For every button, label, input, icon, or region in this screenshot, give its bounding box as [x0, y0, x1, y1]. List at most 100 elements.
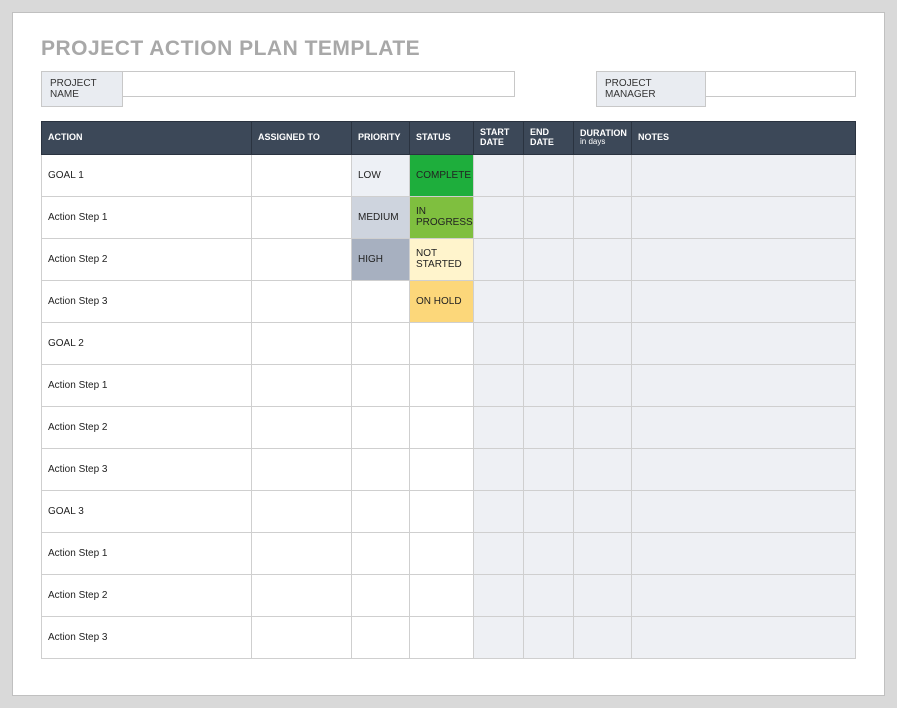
duration-cell[interactable]	[574, 616, 632, 658]
notes-cell[interactable]	[632, 196, 856, 238]
status-cell[interactable]	[410, 574, 474, 616]
status-cell[interactable]	[410, 322, 474, 364]
status-cell[interactable]	[410, 616, 474, 658]
priority-cell[interactable]	[352, 406, 410, 448]
end-date-cell[interactable]	[524, 490, 574, 532]
status-cell[interactable]: ON HOLD	[410, 280, 474, 322]
project-manager-field[interactable]	[706, 71, 856, 97]
status-cell[interactable]	[410, 490, 474, 532]
action-step-cell[interactable]: Action Step 1	[42, 196, 252, 238]
priority-cell[interactable]	[352, 616, 410, 658]
priority-cell[interactable]	[352, 448, 410, 490]
start-date-cell[interactable]	[474, 196, 524, 238]
duration-cell[interactable]	[574, 574, 632, 616]
status-cell[interactable]: IN PROGRESS	[410, 196, 474, 238]
status-cell[interactable]	[410, 448, 474, 490]
assigned-to-cell[interactable]	[252, 196, 352, 238]
goal-cell[interactable]: GOAL 1	[42, 154, 252, 196]
assigned-to-cell[interactable]	[252, 616, 352, 658]
notes-cell[interactable]	[632, 532, 856, 574]
duration-cell[interactable]	[574, 196, 632, 238]
end-date-cell[interactable]	[524, 448, 574, 490]
start-date-cell[interactable]	[474, 322, 524, 364]
action-step-cell[interactable]: Action Step 3	[42, 280, 252, 322]
goal-cell[interactable]: GOAL 2	[42, 322, 252, 364]
end-date-cell[interactable]	[524, 574, 574, 616]
status-cell[interactable]: NOT STARTED	[410, 238, 474, 280]
duration-cell[interactable]	[574, 490, 632, 532]
priority-cell[interactable]: HIGH	[352, 238, 410, 280]
priority-cell[interactable]: MEDIUM	[352, 196, 410, 238]
start-date-cell[interactable]	[474, 574, 524, 616]
end-date-cell[interactable]	[524, 196, 574, 238]
priority-cell[interactable]	[352, 280, 410, 322]
end-date-cell[interactable]	[524, 322, 574, 364]
priority-cell[interactable]	[352, 532, 410, 574]
notes-cell[interactable]	[632, 406, 856, 448]
notes-cell[interactable]	[632, 490, 856, 532]
end-date-cell[interactable]	[524, 154, 574, 196]
duration-cell[interactable]	[574, 280, 632, 322]
notes-cell[interactable]	[632, 322, 856, 364]
end-date-cell[interactable]	[524, 364, 574, 406]
notes-cell[interactable]	[632, 448, 856, 490]
notes-cell[interactable]	[632, 238, 856, 280]
action-step-cell[interactable]: Action Step 2	[42, 406, 252, 448]
assigned-to-cell[interactable]	[252, 322, 352, 364]
start-date-cell[interactable]	[474, 616, 524, 658]
notes-cell[interactable]	[632, 280, 856, 322]
start-date-cell[interactable]	[474, 364, 524, 406]
end-date-cell[interactable]	[524, 616, 574, 658]
duration-cell[interactable]	[574, 322, 632, 364]
project-name-field[interactable]	[123, 71, 515, 97]
meta-bar: PROJECT NAME PROJECT MANAGER	[41, 71, 856, 107]
assigned-to-cell[interactable]	[252, 574, 352, 616]
notes-cell[interactable]	[632, 154, 856, 196]
priority-cell[interactable]	[352, 364, 410, 406]
action-step-cell[interactable]: Action Step 2	[42, 574, 252, 616]
assigned-to-cell[interactable]	[252, 490, 352, 532]
start-date-cell[interactable]	[474, 238, 524, 280]
priority-cell[interactable]	[352, 574, 410, 616]
priority-cell[interactable]: LOW	[352, 154, 410, 196]
assigned-to-cell[interactable]	[252, 238, 352, 280]
end-date-cell[interactable]	[524, 280, 574, 322]
assigned-to-cell[interactable]	[252, 406, 352, 448]
duration-cell[interactable]	[574, 364, 632, 406]
start-date-cell[interactable]	[474, 490, 524, 532]
assigned-to-cell[interactable]	[252, 448, 352, 490]
start-date-cell[interactable]	[474, 406, 524, 448]
duration-cell[interactable]	[574, 448, 632, 490]
priority-cell[interactable]	[352, 490, 410, 532]
col-duration-sub: in days	[580, 138, 625, 147]
status-cell[interactable]: COMPLETE	[410, 154, 474, 196]
duration-cell[interactable]	[574, 532, 632, 574]
notes-cell[interactable]	[632, 574, 856, 616]
assigned-to-cell[interactable]	[252, 532, 352, 574]
duration-cell[interactable]	[574, 406, 632, 448]
start-date-cell[interactable]	[474, 448, 524, 490]
notes-cell[interactable]	[632, 364, 856, 406]
start-date-cell[interactable]	[474, 532, 524, 574]
action-step-cell[interactable]: Action Step 2	[42, 238, 252, 280]
end-date-cell[interactable]	[524, 532, 574, 574]
start-date-cell[interactable]	[474, 280, 524, 322]
priority-cell[interactable]	[352, 322, 410, 364]
action-step-cell[interactable]: Action Step 3	[42, 448, 252, 490]
assigned-to-cell[interactable]	[252, 280, 352, 322]
status-cell[interactable]	[410, 406, 474, 448]
start-date-cell[interactable]	[474, 154, 524, 196]
action-step-cell[interactable]: Action Step 1	[42, 364, 252, 406]
action-step-cell[interactable]: Action Step 1	[42, 532, 252, 574]
end-date-cell[interactable]	[524, 238, 574, 280]
assigned-to-cell[interactable]	[252, 364, 352, 406]
action-step-cell[interactable]: Action Step 3	[42, 616, 252, 658]
end-date-cell[interactable]	[524, 406, 574, 448]
assigned-to-cell[interactable]	[252, 154, 352, 196]
duration-cell[interactable]	[574, 154, 632, 196]
status-cell[interactable]	[410, 532, 474, 574]
goal-cell[interactable]: GOAL 3	[42, 490, 252, 532]
status-cell[interactable]	[410, 364, 474, 406]
notes-cell[interactable]	[632, 616, 856, 658]
duration-cell[interactable]	[574, 238, 632, 280]
